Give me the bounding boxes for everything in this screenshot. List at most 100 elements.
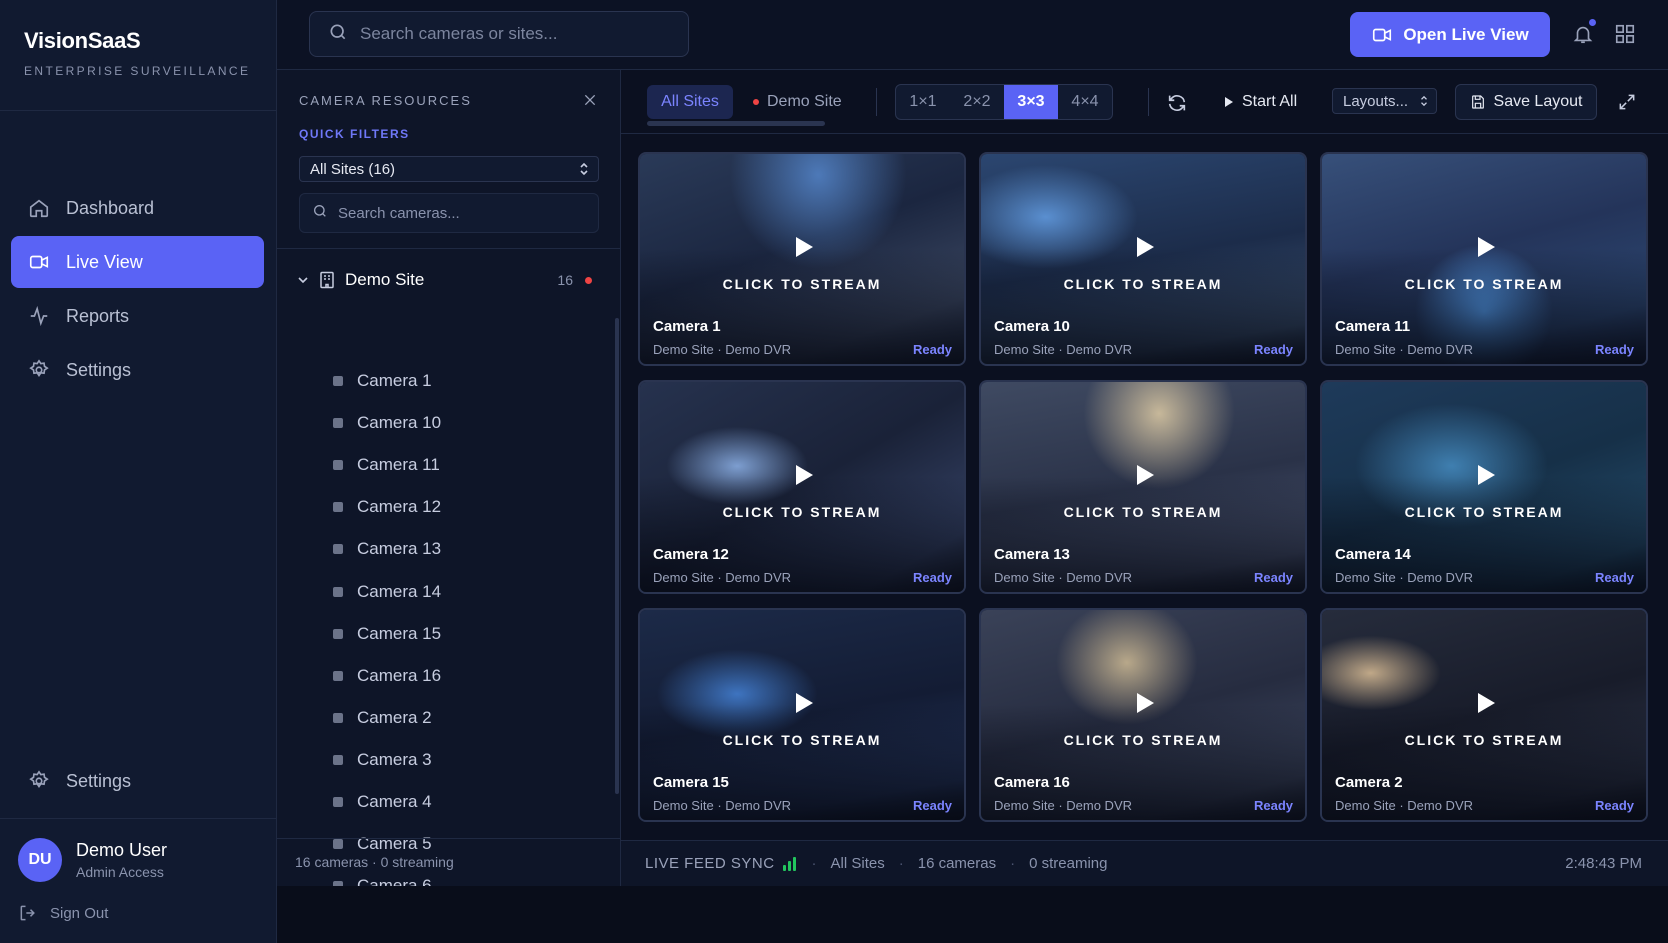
open-live-view-button[interactable]: Open Live View (1350, 12, 1550, 57)
notifications-button[interactable] (1572, 18, 1597, 51)
grid-icon (1614, 24, 1636, 49)
fullscreen-button[interactable] (1617, 92, 1637, 117)
nav-item-reports[interactable]: Reports (11, 290, 264, 342)
global-search[interactable] (309, 11, 689, 57)
camera-dvr: Demo DVR (1066, 570, 1133, 585)
open-live-view-label: Open Live View (1403, 24, 1529, 44)
building-icon (319, 271, 335, 289)
camera-status-square-icon (333, 670, 343, 681)
tree-site-demo-site[interactable]: Demo Site 16 (297, 267, 597, 293)
panel-scrollbar[interactable] (615, 318, 619, 794)
camera-location: Demo Site · Demo DVR (994, 342, 1132, 357)
camera-name: Camera 13 (994, 546, 1070, 563)
tree-camera-item[interactable]: Camera 10 (333, 413, 441, 433)
play-icon[interactable] (1472, 690, 1498, 716)
site-filter-select[interactable]: All Sites (16) (299, 156, 599, 182)
close-icon (582, 94, 598, 112)
tree-camera-item[interactable]: Camera 2 (333, 708, 432, 728)
status-camera-count: 16 cameras (917, 855, 997, 872)
grid-option-4[interactable]: 4×4 (1058, 85, 1112, 119)
chevron-down-icon (297, 274, 309, 286)
layouts-select[interactable]: Layouts... (1332, 88, 1437, 114)
sign-out-button[interactable]: Sign Out (18, 903, 108, 923)
save-layout-button[interactable]: Save Layout (1455, 84, 1597, 120)
camera-tile[interactable]: CLICK TO STREAM Camera 16 Demo Site · Demo… (979, 608, 1307, 822)
grid-size-selector: 1×1 2×2 3×3 4×4 (895, 84, 1113, 120)
camera-site: Demo Site (994, 342, 1055, 357)
updown-caret-icon (578, 161, 590, 181)
avatar: DU (18, 838, 62, 882)
nav-item-live-view[interactable]: Live View (11, 236, 264, 288)
play-icon[interactable] (790, 462, 816, 488)
camera-status-square-icon (333, 502, 343, 513)
camera-tile[interactable]: CLICK TO STREAM Camera 13 Demo Site · Demo… (979, 380, 1307, 594)
click-to-stream-label: CLICK TO STREAM (1063, 732, 1223, 748)
tree-camera-label: Camera 1 (357, 371, 432, 390)
grid-option-1[interactable]: 1×1 (896, 85, 950, 119)
camera-grid: CLICK TO STREAM Camera 1 Demo Site · Demo … (638, 152, 1650, 824)
video-icon (28, 251, 50, 273)
tree-camera-item[interactable]: Camera 4 (333, 792, 432, 812)
video-icon (1371, 24, 1393, 46)
tree-camera-item[interactable]: Camera 11 (333, 455, 440, 475)
tree-camera-item[interactable]: Camera 3 (333, 750, 432, 770)
camera-tile[interactable]: CLICK TO STREAM Camera 10 Demo Site · Demo… (979, 152, 1307, 366)
sign-out-icon (18, 903, 38, 923)
refresh-button[interactable] (1166, 92, 1188, 119)
grid-option-3[interactable]: 3×3 (1004, 85, 1058, 119)
play-icon[interactable] (1131, 690, 1157, 716)
brand: VisionSaaS ENTERPRISE SURVEILLANCE (24, 28, 250, 78)
click-to-stream-label: CLICK TO STREAM (1063, 504, 1223, 520)
camera-status-square-icon (333, 754, 343, 765)
camera-status-square-icon (333, 712, 343, 723)
camera-tile[interactable]: CLICK TO STREAM Camera 14 Demo Site · Demo… (1320, 380, 1648, 594)
nav-item-settings-bottom[interactable]: Settings (11, 755, 264, 807)
search-icon (328, 22, 348, 47)
status-scope: All Sites (830, 855, 885, 872)
tree-camera-item[interactable]: Camera 15 (333, 624, 441, 644)
camera-tile[interactable]: CLICK TO STREAM Camera 15 Demo Site · Demo… (638, 608, 966, 822)
apps-grid-button[interactable] (1614, 23, 1636, 50)
play-icon[interactable] (790, 234, 816, 260)
separator: · (713, 798, 726, 813)
play-icon[interactable] (1131, 234, 1157, 260)
camera-dvr: Demo DVR (1066, 798, 1133, 813)
tree-camera-item[interactable]: Camera 1 (333, 371, 432, 391)
camera-tile[interactable]: CLICK TO STREAM Camera 2 Demo Site · Demo … (1320, 608, 1648, 822)
play-icon[interactable] (1131, 462, 1157, 488)
camera-site: Demo Site (994, 570, 1055, 585)
camera-dvr: Demo DVR (725, 342, 792, 357)
camera-search-input[interactable] (338, 204, 588, 222)
camera-location: Demo Site · Demo DVR (994, 798, 1132, 813)
camera-search[interactable] (299, 193, 599, 233)
camera-tile[interactable]: CLICK TO STREAM Camera 1 Demo Site · Demo … (638, 152, 966, 366)
tree-camera-label: Camera 12 (357, 497, 442, 517)
status-clock: 2:48:43 PM (1565, 855, 1642, 872)
tab-demo-site[interactable]: Demo Site (753, 85, 842, 119)
tree-camera-item[interactable]: Camera 16 (333, 666, 441, 686)
tab-all-sites[interactable]: All Sites (647, 85, 733, 119)
camera-location: Demo Site · Demo DVR (653, 798, 791, 813)
activity-icon (28, 305, 50, 327)
camera-site: Demo Site (994, 798, 1055, 813)
play-icon[interactable] (1472, 462, 1498, 488)
nav-item-settings[interactable]: Settings (11, 344, 264, 396)
tree-camera-item[interactable]: Camera 13 (333, 539, 441, 559)
layouts-value: Layouts... (1343, 92, 1409, 110)
start-all-button[interactable]: Start All (1224, 85, 1297, 119)
play-icon[interactable] (790, 690, 816, 716)
camera-tile[interactable]: CLICK TO STREAM Camera 12 Demo Site · Demo… (638, 380, 966, 594)
sign-out-label: Sign Out (50, 904, 109, 922)
nav-item-dashboard[interactable]: Dashboard (11, 182, 264, 234)
tree-camera-item[interactable]: Camera 12 (333, 497, 441, 517)
play-icon[interactable] (1472, 234, 1498, 260)
camera-name: Camera 14 (1335, 546, 1411, 563)
global-search-input[interactable] (360, 24, 680, 44)
camera-status-square-icon (333, 628, 343, 639)
click-to-stream-label: CLICK TO STREAM (722, 504, 882, 520)
close-panel-button[interactable] (582, 92, 598, 113)
camera-tile[interactable]: CLICK TO STREAM Camera 11 Demo Site · Demo… (1320, 152, 1648, 366)
tree-camera-item[interactable]: Camera 14 (333, 582, 441, 602)
grid-option-2[interactable]: 2×2 (950, 85, 1004, 119)
user-card[interactable]: DU Demo User Admin Access (18, 838, 167, 882)
